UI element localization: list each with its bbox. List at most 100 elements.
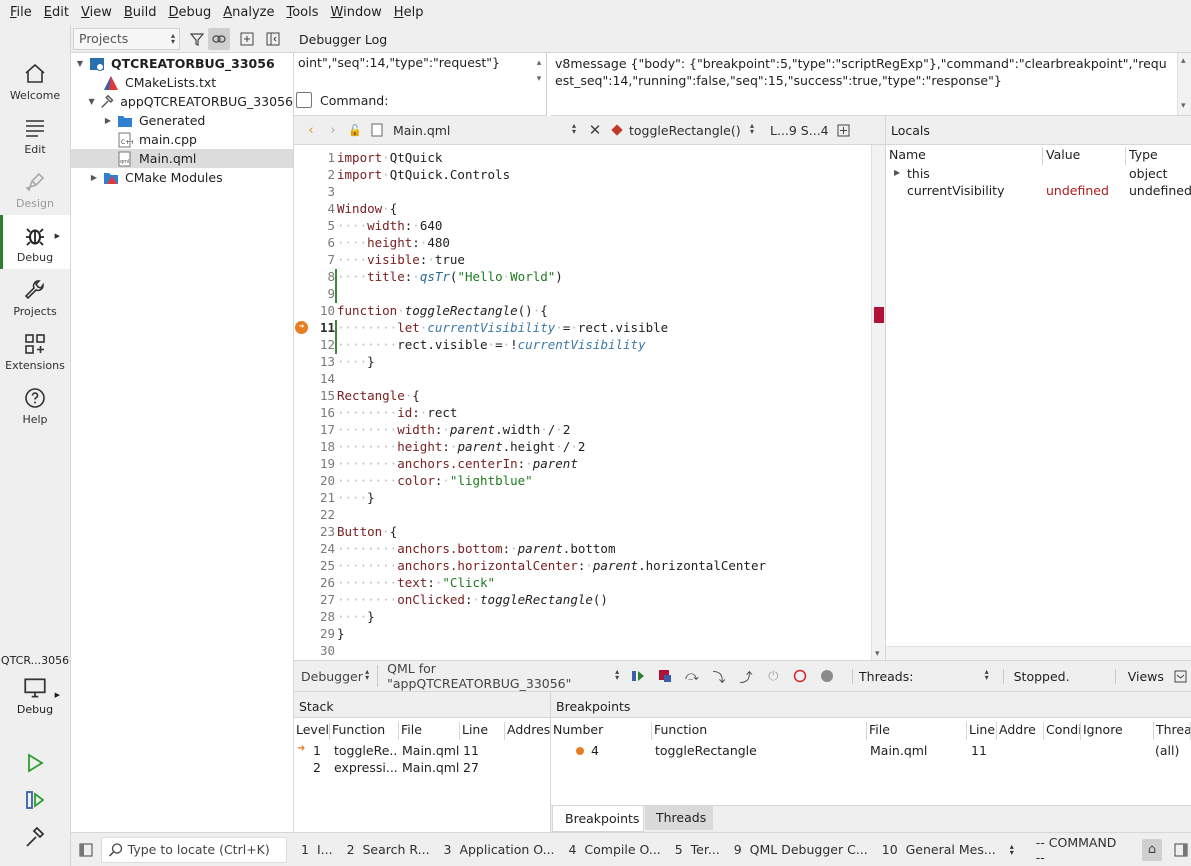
locals-col-value[interactable]: Value — [1043, 147, 1126, 165]
current-line-arrow-icon[interactable]: ➜ — [295, 321, 308, 334]
step-out-icon[interactable]: ⤴ — [736, 665, 757, 687]
tree-item[interactable]: CMakeLists.txt — [71, 73, 293, 92]
open-document-selector[interactable]: Main.qml ▴ ▾ — [388, 119, 580, 141]
line-number[interactable]: 24 — [294, 541, 335, 556]
tree-item[interactable]: ▶ Generated — [71, 111, 293, 130]
projects-view-selector[interactable]: Projects ▴ ▾ — [73, 27, 180, 50]
line-number[interactable]: 15 — [294, 388, 335, 403]
code-line[interactable]: ····} — [337, 609, 375, 624]
menu-debug[interactable]: Debug — [162, 5, 217, 20]
code-line[interactable]: import·QtQuick.Controls — [337, 167, 510, 182]
bp-col-addre[interactable]: Addre — [997, 722, 1044, 740]
editor-scrollbar[interactable]: ▾ — [871, 145, 885, 660]
cursor-position[interactable]: L...9 S...4 — [770, 123, 829, 138]
code-line[interactable]: ········anchors.horizontalCenter:·parent… — [337, 558, 766, 573]
bp-col-threa[interactable]: Threa — [1154, 722, 1191, 740]
mode-help[interactable]: Help — [0, 377, 70, 431]
tree-item[interactable]: ▼ appQTCREATORBUG_33056 — [71, 92, 293, 111]
line-number[interactable]: 22 — [294, 507, 335, 522]
split-icon[interactable] — [236, 28, 258, 50]
bp-threads[interactable]: (all) — [1155, 743, 1179, 758]
run-button[interactable] — [24, 752, 46, 777]
tree-item[interactable]: C++ main.cpp — [71, 130, 293, 149]
stack-col-file[interactable]: File — [399, 722, 460, 740]
bp-col-line[interactable]: Line — [967, 722, 997, 740]
threads-selector[interactable]: ▴ ▾ — [915, 665, 992, 687]
back-arrow-icon[interactable]: ‹ — [300, 119, 322, 141]
bp-function[interactable]: toggleRectangle — [655, 743, 757, 758]
menu-help[interactable]: Help — [388, 5, 430, 20]
line-number[interactable]: 17 — [294, 422, 335, 437]
locator[interactable]: Type to locate (Ctrl+K) — [100, 836, 288, 863]
output-pane-button[interactable]: 1 I... — [301, 842, 333, 857]
tree-item[interactable]: ▼ QTCREATORBUG_33056 — [71, 54, 293, 73]
log-input-scrollbar[interactable]: ▴ ▾ — [533, 55, 545, 89]
debugger-perspective-selector[interactable]: Debugger ▴ ▾ — [296, 665, 373, 687]
mode-edit[interactable]: Edit — [0, 107, 70, 161]
bp-col-condi[interactable]: Condi — [1044, 722, 1081, 740]
menu-view[interactable]: View — [75, 5, 118, 20]
start-debugging-button[interactable] — [24, 789, 46, 814]
code-line[interactable]: ····} — [337, 490, 375, 505]
mode-extensions[interactable]: Extensions — [0, 323, 70, 377]
record-icon[interactable] — [790, 665, 811, 687]
line-number[interactable]: 21 — [294, 490, 335, 505]
continue-icon[interactable] — [627, 665, 648, 687]
line-number[interactable]: 7 — [294, 252, 335, 267]
views-button[interactable]: Views — [1114, 668, 1164, 684]
tab-breakpoints[interactable]: Breakpoints — [552, 806, 644, 832]
mode-debug[interactable]: Debug ▶ — [0, 215, 70, 269]
line-number[interactable]: 27 — [294, 592, 335, 607]
code-line[interactable]: ········color:·"lightblue" — [337, 473, 533, 488]
expand-arrow-icon[interactable]: ▼ — [87, 97, 96, 106]
stack-function[interactable]: toggleRe... — [334, 743, 397, 758]
code-line[interactable]: ········id:·rect — [337, 405, 457, 420]
local-value[interactable]: undefined — [1046, 183, 1109, 198]
menu-tools[interactable]: Tools — [280, 5, 324, 20]
bp-line[interactable]: 11 — [971, 743, 987, 758]
line-number[interactable]: 19 — [294, 456, 335, 471]
expand-arrow-icon[interactable]: ▶ — [894, 168, 900, 177]
stack-function[interactable]: expressi... — [334, 760, 397, 775]
toggle-left-sidebar-icon[interactable] — [76, 839, 97, 861]
output-pane-button[interactable]: 4 Compile O... — [569, 842, 661, 857]
line-number[interactable]: 20 — [294, 473, 335, 488]
collapse-panel-icon[interactable] — [1170, 665, 1191, 687]
line-number[interactable]: 28 — [294, 609, 335, 624]
stack-file[interactable]: Main.qml — [402, 760, 459, 775]
mode-design[interactable]: Design — [0, 161, 70, 215]
scroll-down-icon[interactable]: ▾ — [875, 649, 880, 659]
bp-col-number[interactable]: Number — [551, 722, 652, 740]
line-number[interactable]: 25 — [294, 558, 335, 573]
build-progress-icon[interactable]: ⌂ — [1141, 838, 1163, 861]
log-output-scrollbar[interactable] — [1177, 53, 1191, 115]
symbol-selector[interactable]: toggleRectangle() ▴ ▾ — [608, 119, 758, 141]
expand-arrow-icon[interactable]: ▼ — [75, 59, 85, 68]
stack-col-line[interactable]: Line — [460, 722, 505, 740]
code-line[interactable]: ········anchors.bottom:·parent.bottom — [337, 541, 615, 556]
code-line[interactable]: ········height:·parent.height·/·2 — [337, 439, 585, 454]
line-number[interactable]: 10 — [294, 303, 335, 318]
output-pane-button[interactable]: 2 Search R... — [347, 842, 430, 857]
code-line[interactable]: ········onClicked:·toggleRectangle() — [337, 592, 608, 607]
code-line[interactable]: function·toggleRectangle()·{ — [337, 303, 548, 318]
stack-col-level[interactable]: Level — [294, 722, 330, 740]
split-editor-icon[interactable] — [833, 119, 855, 141]
line-number[interactable]: 23 — [294, 524, 335, 539]
toggle-right-sidebar-icon[interactable] — [1170, 839, 1191, 861]
stack-line[interactable]: 11 — [463, 743, 479, 758]
local-name[interactable]: currentVisibility — [907, 183, 1004, 198]
code-editor[interactable]: 1 import·QtQuick 2 import·QtQuick.Controls 3… — [294, 145, 885, 660]
stack-level[interactable]: 2 — [313, 760, 321, 775]
menu-file[interactable]: File — [4, 5, 38, 20]
bp-col-file[interactable]: File — [867, 722, 967, 740]
local-name[interactable]: this — [907, 166, 930, 181]
locals-col-type[interactable]: Type — [1126, 147, 1191, 165]
disable-breakpoints-icon[interactable] — [817, 665, 838, 687]
line-number[interactable]: 29 — [294, 626, 335, 641]
output-pane-button[interactable]: 3 Application O... — [444, 842, 555, 857]
close-document-icon[interactable]: ✕ — [584, 119, 606, 141]
line-number[interactable]: 13 — [294, 354, 335, 369]
output-pane-button[interactable]: 9 QML Debugger C... — [734, 842, 868, 857]
mode-projects[interactable]: Projects — [0, 269, 70, 323]
